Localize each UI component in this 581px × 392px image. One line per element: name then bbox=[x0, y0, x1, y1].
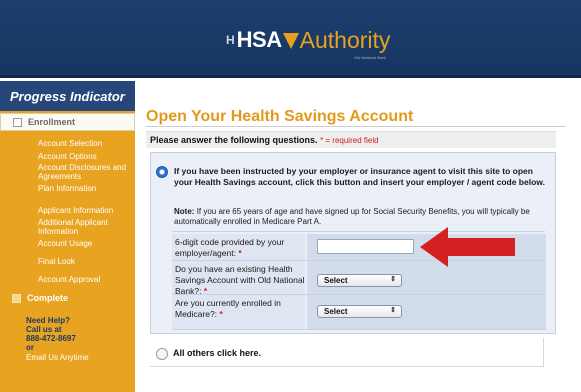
medicare-cell: Select ⇕ bbox=[307, 295, 546, 329]
existing-hsa-label-text: Do you have an existing Health Savings A… bbox=[175, 264, 305, 296]
logo-chevron-icon bbox=[282, 33, 299, 49]
step-checkbox-icon bbox=[13, 117, 22, 127]
step-enrollment-label: Enrollment bbox=[28, 117, 76, 127]
medicare-label-text: Are you currently enrolled in Medicare?: bbox=[175, 298, 281, 319]
title-divider bbox=[146, 126, 566, 127]
existing-hsa-select[interactable]: Select ⇕ bbox=[317, 274, 402, 287]
substep-applicant-information[interactable]: Applicant Information bbox=[38, 206, 130, 215]
employer-code-radio[interactable] bbox=[156, 166, 168, 178]
help-or: or bbox=[26, 343, 34, 352]
medicare-label: Are you currently enrolled in Medicare?:… bbox=[172, 295, 305, 329]
questions-header: Please answer the following questions. *… bbox=[146, 131, 556, 148]
note-label: Note: bbox=[174, 207, 195, 216]
step-enrollment: Enrollment bbox=[0, 113, 135, 131]
code-label-text: 6-digit code provided by your employer/a… bbox=[175, 237, 285, 258]
substep-account-selection[interactable]: Account Selection bbox=[38, 139, 130, 148]
logo-authority-text: Authority bbox=[299, 26, 391, 53]
substep-plan-information[interactable]: Plan Information bbox=[38, 184, 130, 193]
substep-account-usage[interactable]: Account Usage bbox=[38, 239, 130, 248]
call-us-label: Call us at bbox=[26, 325, 62, 334]
employer-code-input[interactable] bbox=[317, 239, 414, 254]
substep-additional-applicant-information[interactable]: Additional Applicant Information bbox=[38, 218, 130, 236]
required-field-note: * = required field bbox=[320, 136, 379, 145]
site-header: H HSA Authority Old National Bank bbox=[0, 0, 581, 78]
logo-hsa-text: HSA bbox=[236, 27, 282, 52]
form-row-medicare: Are you currently enrolled in Medicare?:… bbox=[172, 295, 546, 330]
employer-instruction-text: If you have been instructed by your empl… bbox=[174, 166, 545, 187]
logo-subtitle: Old National Bank bbox=[354, 55, 387, 60]
required-star: * bbox=[238, 248, 242, 258]
questions-header-text: Please answer the following questions. bbox=[150, 135, 318, 145]
medicare-select[interactable]: Select ⇕ bbox=[317, 305, 402, 318]
step-complete-label: Complete bbox=[27, 293, 69, 303]
others-right-divider bbox=[543, 338, 544, 367]
help-phone: 888-472-8697 bbox=[26, 334, 76, 343]
hsa-authority-logo[interactable]: H HSA Authority Old National Bank bbox=[226, 22, 391, 61]
logo-mark: H bbox=[226, 33, 235, 47]
progress-sidebar: Progress Indicator Enrollment Account Se… bbox=[0, 81, 135, 392]
need-help-label: Need Help? bbox=[26, 316, 71, 325]
red-arrow-icon bbox=[420, 227, 515, 267]
note-text: If you are 65 years of age and have sign… bbox=[174, 207, 530, 226]
step-checkbox-icon bbox=[12, 293, 21, 303]
all-others-label[interactable]: All others click here. bbox=[173, 348, 261, 358]
existing-hsa-select-value: Select bbox=[324, 276, 348, 285]
required-star: * bbox=[219, 309, 223, 319]
step-complete: Complete bbox=[0, 289, 135, 307]
page-title: Open Your Health Savings Account bbox=[146, 108, 414, 125]
medicare-note: Note: If you are 65 years of age and hav… bbox=[174, 207, 546, 227]
all-others-radio[interactable] bbox=[156, 348, 168, 360]
select-arrows-icon: ⇕ bbox=[390, 276, 396, 283]
progress-indicator-title: Progress Indicator bbox=[0, 81, 135, 111]
substep-final-look[interactable]: Final Look bbox=[38, 257, 130, 266]
help-block: Need Help? Call us at 888-472-8697 or Em… bbox=[26, 316, 132, 362]
substep-account-approval[interactable]: Account Approval bbox=[38, 275, 130, 284]
email-us-link[interactable]: Email Us Anytime bbox=[26, 353, 132, 362]
code-label: 6-digit code provided by your employer/a… bbox=[172, 234, 305, 260]
medicare-select-value: Select bbox=[324, 307, 348, 316]
select-arrows-icon: ⇕ bbox=[390, 307, 396, 314]
existing-hsa-label: Do you have an existing Health Savings A… bbox=[172, 261, 305, 296]
others-divider bbox=[150, 366, 544, 367]
substep-account-disclosures[interactable]: Account Disclosures and Agreements bbox=[38, 163, 130, 181]
substep-account-options[interactable]: Account Options bbox=[38, 152, 130, 161]
